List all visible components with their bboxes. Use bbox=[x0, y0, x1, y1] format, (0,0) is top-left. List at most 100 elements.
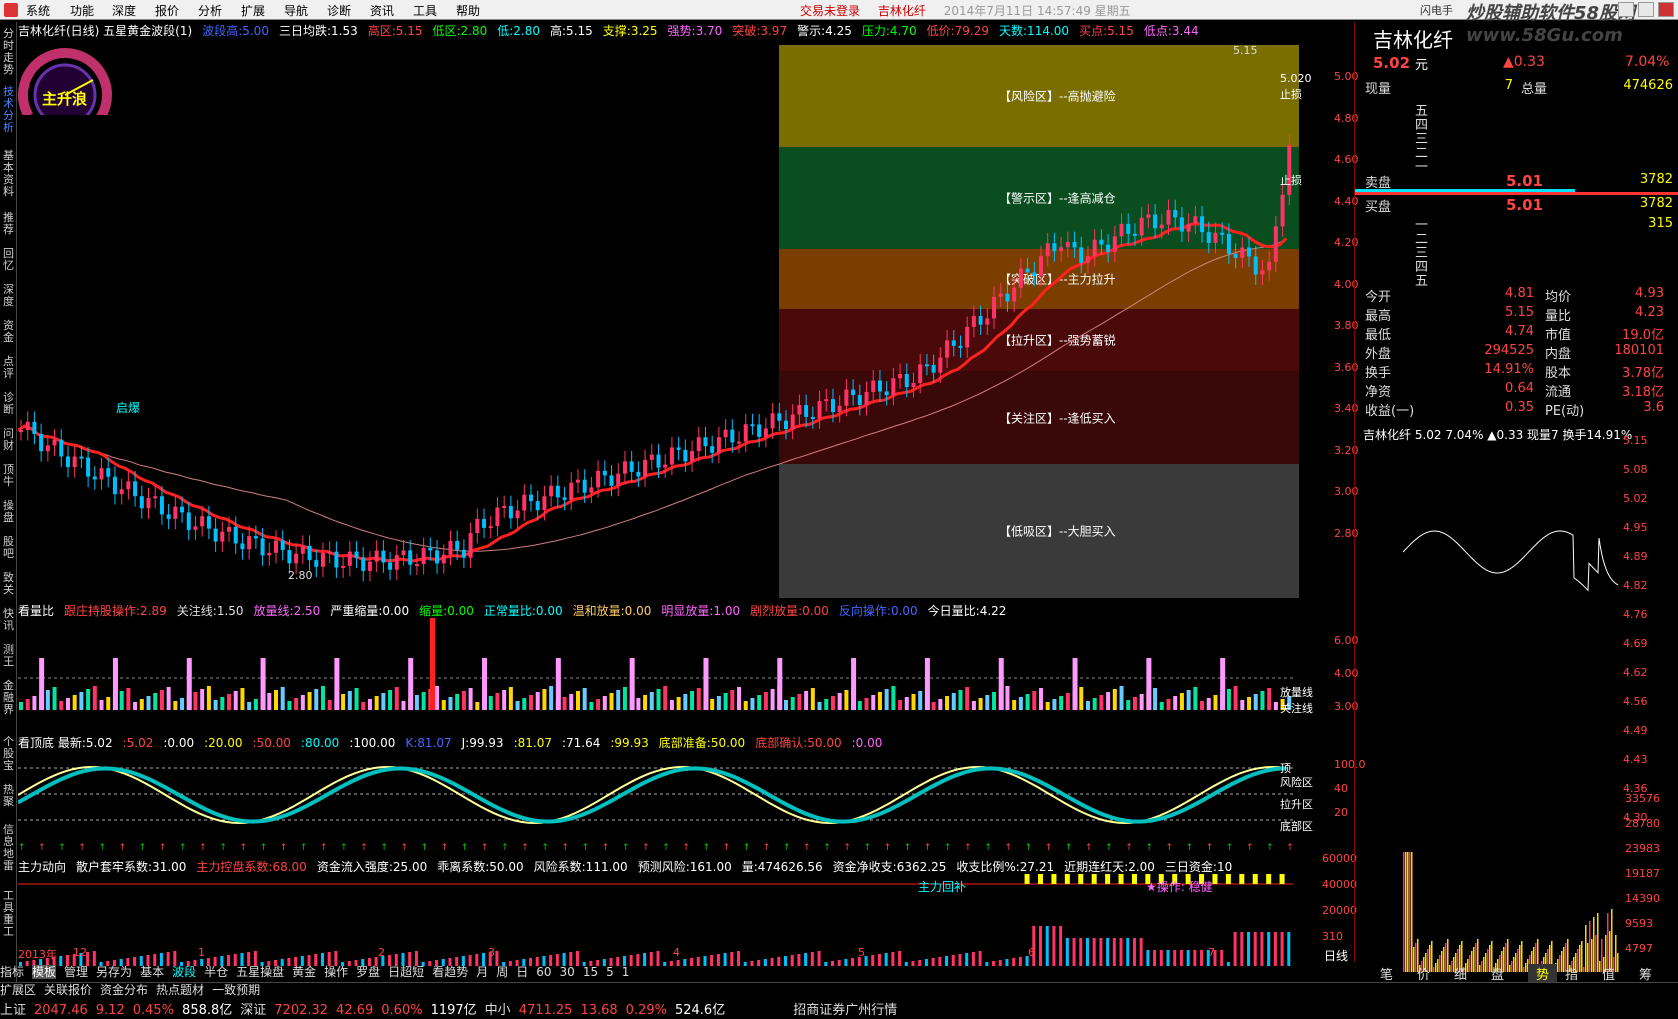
sidebar-item-depth[interactable]: 深度 bbox=[0, 284, 17, 308]
title-item-3: 高区:5.15 bbox=[367, 24, 423, 38]
chart-tab-5[interactable]: 波段 bbox=[172, 965, 196, 979]
minimize-icon[interactable] bbox=[1618, 2, 1634, 17]
sidebar-item-cewang[interactable]: 测王 bbox=[0, 644, 17, 668]
menu-analysis[interactable]: 分析 bbox=[198, 2, 222, 19]
volume-bar bbox=[824, 699, 829, 710]
menu-info[interactable]: 资讯 bbox=[370, 2, 394, 19]
candle-body bbox=[757, 424, 762, 437]
chart-tab-20[interactable]: 1 bbox=[622, 965, 630, 979]
kdj-signal: ↑ bbox=[1065, 843, 1073, 853]
sidebar-item-funds[interactable]: 资金 bbox=[0, 320, 17, 344]
sidebar-item-mine[interactable]: 信息地雷 bbox=[0, 824, 17, 872]
sidebar-item-jrj[interactable]: 金融界 bbox=[0, 680, 17, 716]
volume-bar bbox=[690, 691, 695, 710]
menu-function[interactable]: 功能 bbox=[70, 2, 94, 19]
bottom-tab-2[interactable]: 资金分布 bbox=[100, 983, 148, 997]
chart-tab-7[interactable]: 五星操盘 bbox=[236, 965, 284, 979]
sidebar-item-news[interactable]: 快讯 bbox=[0, 608, 17, 632]
sidebar-item-comment[interactable]: 点评 bbox=[0, 356, 17, 380]
volume-bar bbox=[1200, 701, 1205, 710]
money-bar bbox=[830, 961, 834, 966]
quote-tab-1[interactable]: 价 bbox=[1417, 964, 1430, 983]
sidebar-item-rejv[interactable]: 热聚 bbox=[0, 784, 17, 808]
volume-bar bbox=[1193, 687, 1198, 710]
volume-bar bbox=[1106, 692, 1111, 710]
kdj-signal: ↑ bbox=[622, 843, 630, 853]
quote-tab-4[interactable]: 势 bbox=[1528, 964, 1558, 983]
maximize-icon[interactable] bbox=[1638, 2, 1654, 17]
chart-tab-19[interactable]: 5 bbox=[606, 965, 614, 979]
kdj-signal: ↑ bbox=[159, 843, 167, 853]
chart-tab-17[interactable]: 30 bbox=[560, 965, 575, 979]
bottom-tab-1[interactable]: 关联报价 bbox=[44, 983, 92, 997]
quote-tab-6[interactable]: 值 bbox=[1602, 964, 1615, 983]
chart-tab-4[interactable]: 基本 bbox=[140, 965, 164, 979]
sidebar-item-intraday[interactable]: 分时走势 bbox=[0, 28, 17, 76]
kdj-signal: ↑ bbox=[501, 843, 509, 853]
chart-tab-2[interactable]: 管理 bbox=[64, 965, 88, 979]
money-top-bar bbox=[1064, 874, 1070, 884]
sidebar-item-trade[interactable]: 操盘 bbox=[0, 500, 17, 524]
chart-tab-13[interactable]: 月 bbox=[476, 965, 488, 979]
menu-system[interactable]: 系统 bbox=[26, 2, 50, 19]
money-flow-title-row: 主力动向 散户套牢系数:31.00 主力控盘系数:68.00 资金流入强度:25.00… bbox=[18, 858, 1242, 874]
money-item-2: 主力控盘系数:68.00 bbox=[196, 860, 307, 874]
chart-tab-9[interactable]: 操作 bbox=[324, 965, 348, 979]
chart-tab-18[interactable]: 15 bbox=[583, 965, 598, 979]
chart-tab-15[interactable]: 日 bbox=[516, 965, 528, 979]
chart-tab-14[interactable]: 周 bbox=[496, 965, 508, 979]
menu-tools[interactable]: 工具 bbox=[413, 2, 437, 19]
chart-tab-12[interactable]: 看趋势 bbox=[432, 965, 468, 979]
menu-depth[interactable]: 深度 bbox=[112, 2, 136, 19]
menu-extend[interactable]: 扩展 bbox=[241, 2, 265, 19]
stat-cell: PE(动) bbox=[1545, 404, 1585, 419]
candle-body bbox=[99, 468, 104, 480]
chart-tab-10[interactable]: 罗盘 bbox=[356, 965, 380, 979]
candle-body bbox=[1045, 243, 1050, 257]
quote-tab-3[interactable]: 盘 bbox=[1491, 964, 1504, 983]
sidebar-item-diagnose[interactable]: 诊断 bbox=[0, 392, 17, 416]
sidebar-item-gegubao[interactable]: 个股宝 bbox=[0, 736, 17, 772]
sidebar-item-technical[interactable]: 技术分析 bbox=[0, 86, 17, 134]
candle-body bbox=[971, 316, 976, 327]
low-price-label: 2.80 bbox=[288, 569, 313, 582]
sidebar-item-basic[interactable]: 基本资料 bbox=[0, 150, 17, 198]
quote-tab-0[interactable]: 笔 bbox=[1380, 964, 1393, 983]
sidebar-item-zhiguan[interactable]: 致关 bbox=[0, 572, 17, 596]
period-label: 日线 bbox=[1324, 949, 1349, 963]
close-icon[interactable] bbox=[1658, 2, 1674, 17]
quote-tab-5[interactable]: 指 bbox=[1565, 964, 1578, 983]
sidebar-item-recommend[interactable]: 推荐 bbox=[0, 212, 17, 236]
candlestick-chart[interactable] bbox=[18, 42, 1318, 602]
bottom-tab-4[interactable]: 一致预期 bbox=[212, 983, 260, 997]
menu-navigate[interactable]: 导航 bbox=[284, 2, 308, 19]
chart-tab-11[interactable]: 日超短 bbox=[388, 965, 424, 979]
sidebar-item-tools[interactable]: 工具重工 bbox=[0, 890, 17, 938]
candle-body bbox=[770, 413, 775, 429]
title-item-6: 高:5.15 bbox=[550, 24, 593, 38]
chart-tab-16[interactable]: 60 bbox=[536, 965, 551, 979]
quote-tab-7[interactable]: 筹 bbox=[1639, 964, 1652, 983]
menu-quote[interactable]: 报价 bbox=[155, 2, 179, 19]
chart-tab-6[interactable]: 半仓 bbox=[204, 965, 228, 979]
bottom-tab-0[interactable]: 扩展区 bbox=[0, 983, 36, 997]
sidebar-item-dingniu[interactable]: 顶牛 bbox=[0, 464, 17, 488]
chart-area[interactable]: 吉林化纤(日线) 五星黄金波段(1) 波段高:5.00 三日均跌:1.53 高区:5.… bbox=[18, 22, 1366, 966]
sidebar-item-memory[interactable]: 回忆 bbox=[0, 248, 17, 272]
chart-tab-0[interactable]: 指标 bbox=[0, 965, 24, 979]
menu-help[interactable]: 帮助 bbox=[456, 2, 480, 19]
sidebar-item-forum[interactable]: 股吧 bbox=[0, 536, 17, 560]
login-status-text[interactable]: 交易未登录 bbox=[800, 4, 860, 18]
sidebar-item-wencai[interactable]: 问财 bbox=[0, 428, 17, 452]
flash-trade-tag[interactable]: 闪电手 bbox=[1420, 2, 1453, 18]
menu-diagnose[interactable]: 诊断 bbox=[327, 2, 351, 19]
quote-tab-2[interactable]: 细 bbox=[1454, 964, 1467, 983]
index-amt: 858.8亿 bbox=[182, 1003, 233, 1018]
volume-bar bbox=[394, 687, 399, 710]
chart-tab-3[interactable]: 另存为 bbox=[96, 965, 132, 979]
bottom-tab-3[interactable]: 热点题材 bbox=[156, 983, 204, 997]
candle-body bbox=[1018, 268, 1023, 288]
chart-tab-1[interactable]: 模板 bbox=[32, 965, 57, 979]
volume-bar bbox=[569, 694, 574, 710]
chart-tab-8[interactable]: 黄金 bbox=[292, 965, 316, 979]
